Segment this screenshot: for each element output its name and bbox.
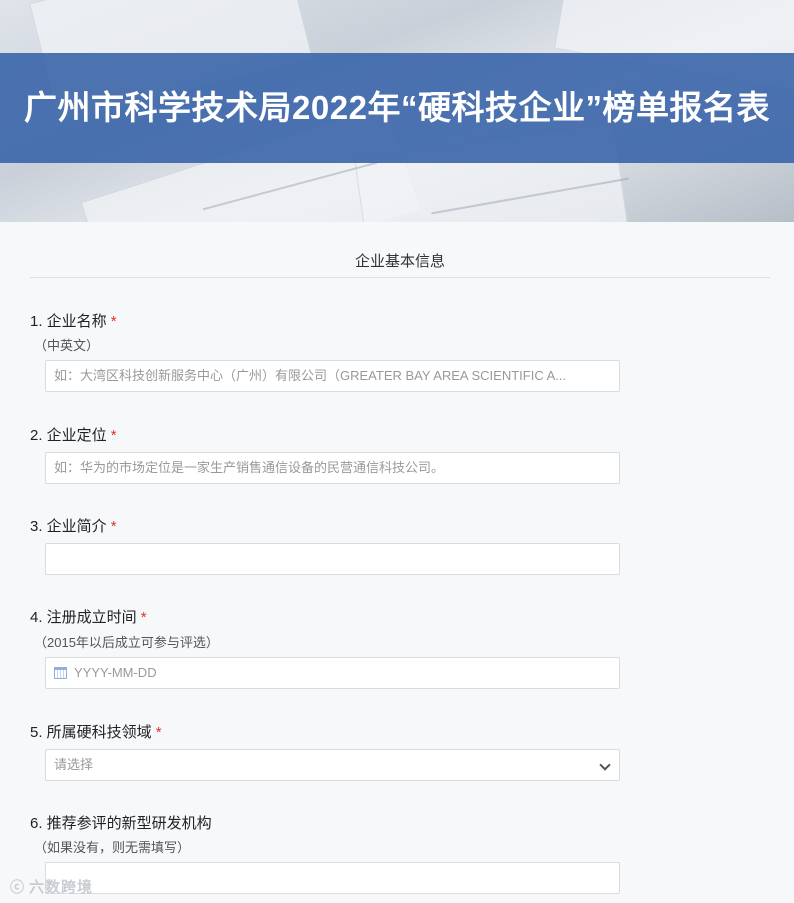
question-label-text: 5. 所属硬科技领域 — [30, 724, 152, 741]
section-title: 企业基本信息 — [354, 253, 445, 270]
form-title: 广州市科学技术局2022年“硬科技企业”榜单报名表 — [24, 89, 770, 126]
rd-institution-input[interactable] — [45, 862, 620, 894]
required-mark: * — [140, 609, 147, 626]
required-mark: * — [110, 313, 117, 330]
question-6-label: 6. 推荐参评的新型研发机构 — [30, 812, 212, 833]
calendar-icon — [54, 667, 67, 679]
company-intro-input[interactable] — [45, 543, 620, 575]
question-4-hint: （2015年以后成立可参与评选） — [34, 635, 219, 650]
question-6-hint: （如果没有，则无需填写） — [34, 840, 191, 855]
tech-field-select[interactable]: 请选择 — [45, 749, 620, 781]
registration-date-input[interactable]: YYYY-MM-DD — [45, 657, 620, 689]
date-placeholder: YYYY-MM-DD — [74, 665, 157, 680]
watermark-text: 六数跨境 — [29, 879, 94, 896]
title-bar: 广州市科学技术局2022年“硬科技企业”榜单报名表 — [0, 53, 794, 163]
header-banner: 广州市科学技术局2022年“硬科技企业”榜单报名表 — [0, 0, 794, 222]
question-3-label: 3. 企业简介 * — [30, 515, 117, 536]
question-label-text: 3. 企业简介 — [30, 518, 107, 535]
section-divider — [30, 277, 770, 278]
question-5-label: 5. 所属硬科技领域 * — [30, 721, 162, 742]
company-positioning-input[interactable]: 如：华为的市场定位是一家生产销售通信设备的民营通信科技公司。 — [45, 452, 620, 484]
watermark: ⓒ 六数跨境 — [10, 876, 93, 897]
question-1-hint: （中英文） — [34, 338, 100, 353]
question-1-label: 1. 企业名称 * — [30, 310, 117, 331]
select-placeholder: 请选择 — [54, 757, 94, 772]
required-mark: * — [155, 724, 162, 741]
required-mark: * — [110, 427, 117, 444]
logo-icon: ⓒ — [10, 879, 25, 895]
question-label-text: 6. 推荐参评的新型研发机构 — [30, 815, 212, 832]
question-label-text: 1. 企业名称 — [30, 313, 107, 330]
question-label-text: 2. 企业定位 — [30, 427, 107, 444]
required-mark: * — [110, 518, 117, 535]
question-label-text: 4. 注册成立时间 — [30, 609, 137, 626]
chevron-down-icon — [599, 759, 611, 771]
question-4-label: 4. 注册成立时间 * — [30, 606, 147, 627]
question-2-label: 2. 企业定位 * — [30, 424, 117, 445]
company-name-input[interactable]: 如：大湾区科技创新服务中心（广州）有限公司（GREATER BAY AREA S… — [45, 360, 620, 392]
